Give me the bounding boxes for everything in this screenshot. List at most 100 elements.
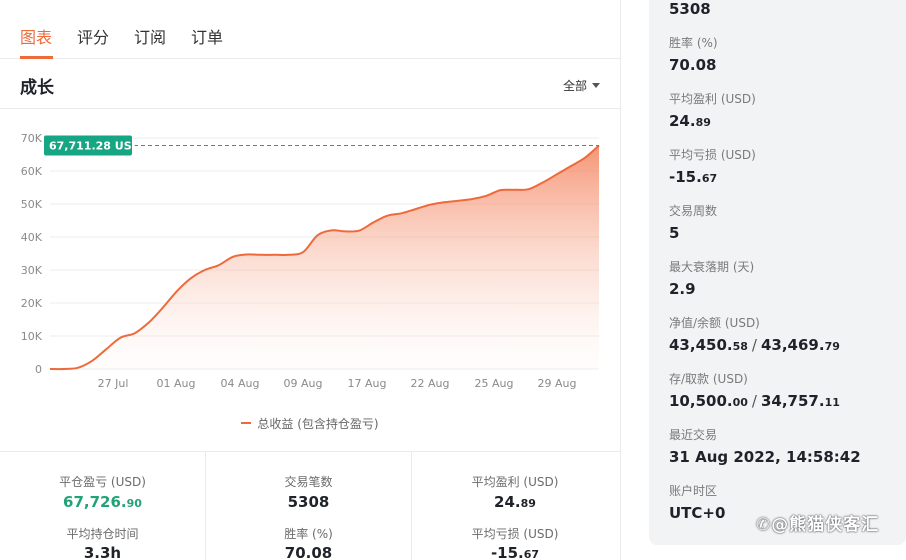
data-point[interactable] [542,182,544,184]
data-point[interactable] [331,229,333,231]
range-dropdown[interactable]: 全部 [563,77,600,94]
y-tick-label: 20K [21,297,43,310]
data-point[interactable] [471,198,473,200]
data-point[interactable] [246,254,248,256]
info-panel: 5308 胜率 (%) 70.08 平均盈利 (USD) 24.89 平均亏损 … [621,0,906,560]
data-point[interactable] [500,189,502,191]
winrate-label: 胜率 (%) [284,527,333,541]
data-point[interactable] [49,368,51,370]
closed-pl-dec: 90 [126,497,142,510]
data-point[interactable] [387,215,389,217]
data-point[interactable] [91,360,93,362]
avg-profit-int: 24. [494,493,521,511]
info-avg-loss-label: 平均亏损 (USD) [669,148,756,162]
closed-pl-int: 67,726. [63,493,127,511]
data-point[interactable] [598,145,600,147]
stats-grid: 平仓盈亏 (USD) 67,726.90 平均持仓时间 3.3h 交易笔数 53… [0,451,620,560]
data-point[interactable] [584,157,586,159]
data-point[interactable] [302,251,304,253]
info-balance-int: 43,469. [760,336,825,354]
tab-rating[interactable]: 评分 [77,24,109,48]
data-point[interactable] [260,254,262,256]
tab-bar: 图表 评分 订阅 订单 [0,0,620,59]
y-tick-label: 70K [21,132,43,145]
x-tick-label: 17 Aug [348,377,387,390]
data-point[interactable] [401,212,403,214]
data-point[interactable] [288,254,290,256]
stat-column-1: 平仓盈亏 (USD) 67,726.90 平均持仓时间 3.3h [0,452,206,560]
tab-orders[interactable]: 订单 [191,24,223,48]
growth-header: 成长 全部 [0,59,620,109]
data-point[interactable] [415,208,417,210]
app-root: 图表 评分 订阅 订单 成长 全部 0 10K 20K 30K 40K 50K 60K 70K… [0,0,906,560]
trades-value: 5308 [287,493,330,511]
data-point[interactable] [556,173,558,175]
data-point[interactable] [359,229,361,231]
data-point[interactable] [317,234,319,236]
info-avg-profit-value: 24.89 [669,112,711,130]
legend-label: 总收益 (包含持仓盈亏) [257,417,379,431]
info-avg-loss-int: -15. [669,168,702,186]
data-point[interactable] [274,254,276,256]
legend-swatch [241,422,252,424]
data-point[interactable] [190,277,192,279]
data-point[interactable] [162,307,164,309]
info-last-trade-value: 31 Aug 2022, 14:58:42 [669,448,861,466]
avg-profit-dec: 89 [520,497,536,510]
range-label: 全部 [562,79,587,93]
y-tick-label: 0 [35,363,42,376]
tab-chart[interactable]: 图表 [20,24,52,48]
avg-loss-label: 平均亏损 (USD) [471,527,559,541]
chart-legend[interactable]: 总收益 (包含持仓盈亏) [0,415,620,432]
x-tick-label: 04 Aug [221,377,260,390]
y-tick-label: 60K [21,165,43,178]
y-tick-label: 10K [21,330,43,343]
data-point[interactable] [105,348,107,350]
data-point[interactable] [134,332,136,334]
data-point[interactable] [232,256,234,258]
avg-hold-value: 3.3h [83,544,122,560]
data-point[interactable] [63,368,65,370]
closed-pl-value: 67,726.90 [0,493,205,511]
info-withdraw-dec: 11 [824,396,840,409]
data-point[interactable] [218,264,220,266]
closed-pl-label: 平仓盈亏 (USD) [59,475,146,489]
info-avg-profit-int: 24. [669,112,696,130]
data-point[interactable] [345,230,347,232]
y-tick-label: 50K [21,198,43,211]
avg-profit-label: 平均盈利 (USD) [471,475,559,489]
y-tick-label: 30K [21,264,43,277]
x-tick-label: 27 Jul [98,377,129,390]
info-deposit-value: 10,500.00/34,757.11 [669,392,840,410]
data-point[interactable] [570,165,572,167]
avg-loss-int: -15. [490,544,524,560]
data-point[interactable] [148,322,150,324]
data-point[interactable] [176,290,178,292]
avg-loss-value: -15.67 [412,544,618,560]
info-timezone-label: 账户时区 [669,484,718,498]
section-title: 成长 [20,78,54,98]
data-point[interactable] [373,221,375,223]
data-point[interactable] [528,188,530,190]
data-point[interactable] [457,200,459,202]
data-point[interactable] [119,337,121,339]
info-weeks-label: 交易周数 [669,204,718,218]
x-tick-label: 25 Aug [475,377,514,390]
data-point[interactable] [429,204,431,206]
data-point[interactable] [204,269,206,271]
info-deposit-dec: 00 [732,396,748,409]
data-point[interactable] [514,189,516,191]
info-max-dd-value: 2.9 [669,280,696,298]
stat-column-3: 平均盈利 (USD) 24.89 平均亏损 (USD) -15.67 [412,452,618,560]
x-tick-label: 01 Aug [157,377,196,390]
watermark: ✆@熊猫侠客汇 [756,515,880,535]
data-point[interactable] [77,367,79,369]
chevron-down-icon [592,83,600,88]
data-point[interactable] [443,201,445,203]
tab-subscribe[interactable]: 订阅 [134,24,166,48]
x-tick-label: 09 Aug [284,377,323,390]
stat-column-2: 交易笔数 5308 胜率 (%) 70.08 [206,452,412,560]
info-max-dd-label: 最大衰落期 (天) [669,260,755,274]
data-point[interactable] [485,195,487,197]
main-panel: 图表 评分 订阅 订单 成长 全部 0 10K 20K 30K 40K 50K 60K 70K… [0,0,621,560]
